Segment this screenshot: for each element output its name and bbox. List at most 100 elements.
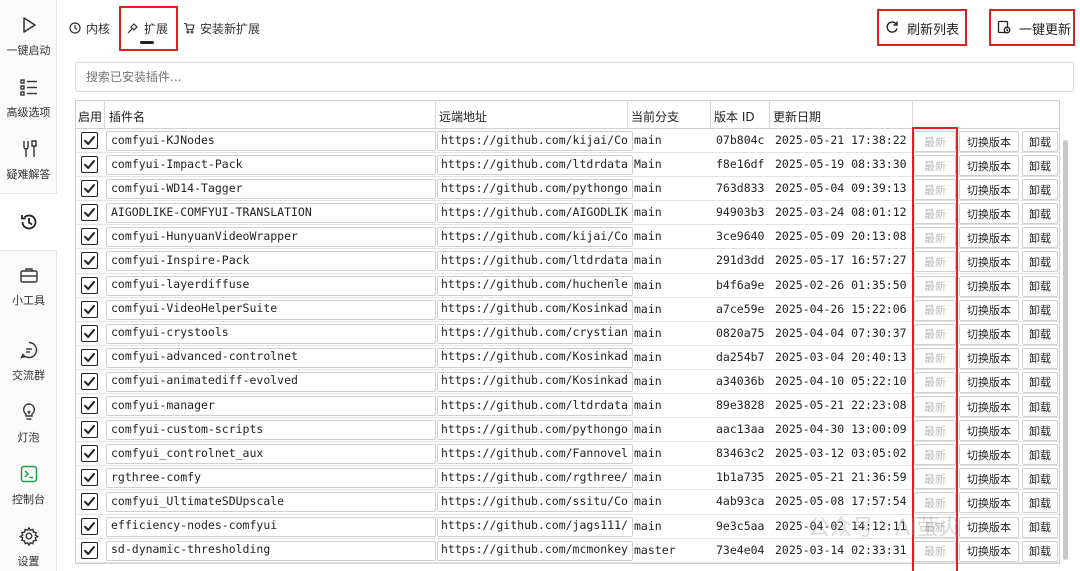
uninstall-button[interactable]: 卸载 [1022, 203, 1058, 225]
sidebar-item-settings[interactable]: 设置 [0, 525, 57, 569]
version-id: a34036b [716, 373, 765, 388]
branch: master [634, 542, 676, 557]
uninstall-button[interactable]: 卸载 [1022, 251, 1058, 273]
sidebar-item-history[interactable] [0, 193, 57, 251]
uninstall-button[interactable]: 卸载 [1022, 227, 1058, 249]
enabled-checkbox[interactable] [81, 372, 98, 390]
check-icon [83, 134, 96, 147]
enabled-checkbox[interactable] [81, 300, 98, 318]
plugin-name-cell: comfyui-KJNodes [106, 131, 436, 151]
branch: main [634, 181, 662, 196]
cart-icon [183, 22, 195, 34]
uninstall-button[interactable]: 卸载 [1022, 492, 1058, 514]
switch-version-button[interactable]: 切换版本 [959, 275, 1019, 297]
enabled-checkbox[interactable] [81, 180, 98, 198]
enabled-checkbox[interactable] [81, 204, 98, 222]
plugin-name-cell: sd-dynamic-thresholding [106, 540, 436, 561]
uninstall-button[interactable]: 卸载 [1022, 131, 1058, 152]
remote-url: https://github.com/Fannovel [441, 445, 628, 460]
remote-url: https://github.com/pythongo [441, 421, 628, 436]
enabled-checkbox[interactable] [81, 276, 98, 294]
sidebar-item-bulb[interactable]: 灯泡 [0, 401, 57, 445]
uninstall-button[interactable]: 卸载 [1022, 299, 1058, 321]
remote-url: https://github.com/mcmonkey [441, 542, 628, 557]
uninstall-button[interactable]: 卸载 [1022, 396, 1058, 418]
plugin-name-cell: comfyui-WD14-Tagger [106, 179, 436, 200]
enabled-checkbox[interactable] [81, 252, 98, 270]
enabled-checkbox[interactable] [81, 493, 98, 511]
uninstall-button[interactable]: 卸载 [1022, 371, 1058, 393]
switch-version-button[interactable]: 切换版本 [959, 155, 1019, 177]
plugin-name: sd-dynamic-thresholding [111, 542, 271, 557]
branch: main [634, 133, 662, 147]
enabled-checkbox[interactable] [81, 469, 98, 487]
sidebar-item-label: 交流群 [12, 369, 45, 382]
scrollbar[interactable] [1063, 140, 1068, 560]
sidebar: 一键启动 高级选项 疑难解答 小工具 交流群 灯泡 控制台 设置 [0, 0, 57, 571]
switch-version-button[interactable]: 切换版本 [959, 540, 1019, 562]
switch-version-button[interactable]: 切换版本 [959, 227, 1019, 249]
version-id: b4f6a9e [716, 277, 765, 292]
switch-version-button[interactable]: 切换版本 [959, 420, 1019, 442]
sidebar-item-tools[interactable]: 小工具 [0, 264, 57, 308]
switch-version-button[interactable]: 切换版本 [959, 251, 1019, 273]
uninstall-button[interactable]: 卸载 [1022, 540, 1058, 562]
uninstall-button[interactable]: 卸载 [1022, 347, 1058, 369]
check-icon [83, 206, 96, 219]
switch-version-button[interactable]: 切换版本 [959, 371, 1019, 393]
sidebar-item-launch[interactable]: 一键启动 [0, 14, 57, 58]
enabled-checkbox[interactable] [81, 541, 98, 559]
branch: main [634, 349, 662, 364]
header-date: 更新日期 [773, 110, 822, 124]
version-id: aac13aa [716, 422, 765, 437]
sidebar-item-advanced[interactable]: 高级选项 [0, 76, 57, 120]
enabled-checkbox[interactable] [81, 445, 98, 463]
switch-version-button[interactable]: 切换版本 [959, 468, 1019, 490]
remote-url: https://github.com/ltdrdata [441, 397, 628, 412]
sidebar-item-label: 一键启动 [6, 44, 51, 57]
remote-url-cell: https://github.com/rgthree/ [437, 468, 633, 489]
enabled-checkbox[interactable] [81, 348, 98, 366]
plugin-name-cell: comfyui-animatediff-evolved [106, 371, 436, 392]
sidebar-item-troubleshoot[interactable]: 疑难解答 [0, 138, 57, 182]
plugin-name: comfyui-Inspire-Pack [111, 252, 250, 267]
uninstall-button[interactable]: 卸载 [1022, 468, 1058, 490]
check-icon [83, 158, 96, 171]
switch-version-button[interactable]: 切换版本 [959, 131, 1019, 152]
version-id: 3ce9640 [716, 229, 765, 244]
version-id: da254b7 [716, 349, 765, 364]
uninstall-button[interactable]: 卸载 [1022, 420, 1058, 442]
remote-url: https://github.com/kijai/Co [441, 228, 628, 243]
switch-version-button[interactable]: 切换版本 [959, 396, 1019, 418]
uninstall-button[interactable]: 卸载 [1022, 275, 1058, 297]
tab-kernel[interactable]: 内核 [69, 18, 110, 38]
enabled-checkbox[interactable] [81, 132, 98, 149]
uninstall-button[interactable]: 卸载 [1022, 323, 1058, 345]
sidebar-item-console[interactable]: 控制台 [0, 463, 57, 507]
branch: main [634, 494, 662, 509]
search-input[interactable] [75, 62, 1074, 92]
enabled-checkbox[interactable] [81, 324, 98, 342]
uninstall-button[interactable]: 卸载 [1022, 155, 1058, 177]
history-icon [69, 22, 81, 34]
uninstall-button[interactable]: 卸载 [1022, 444, 1058, 466]
sidebar-item-community[interactable]: 交流群 [0, 339, 57, 383]
tab-install-new[interactable]: 安装新扩展 [183, 18, 260, 38]
switch-version-button[interactable]: 切换版本 [959, 203, 1019, 225]
switch-version-button[interactable]: 切换版本 [959, 323, 1019, 345]
enabled-checkbox[interactable] [81, 517, 98, 535]
switch-version-button[interactable]: 切换版本 [959, 492, 1019, 514]
uninstall-button[interactable]: 卸载 [1022, 516, 1058, 538]
enabled-checkbox[interactable] [81, 397, 98, 415]
switch-version-button[interactable]: 切换版本 [959, 179, 1019, 201]
switch-version-button[interactable]: 切换版本 [959, 516, 1019, 538]
enabled-checkbox[interactable] [81, 421, 98, 439]
uninstall-button[interactable]: 卸载 [1022, 179, 1058, 201]
plugin-name: comfyui-HunyuanVideoWrapper [111, 228, 298, 243]
enabled-checkbox[interactable] [81, 156, 98, 174]
branch: main [634, 277, 662, 292]
switch-version-button[interactable]: 切换版本 [959, 347, 1019, 369]
switch-version-button[interactable]: 切换版本 [959, 299, 1019, 321]
enabled-checkbox[interactable] [81, 228, 98, 246]
switch-version-button[interactable]: 切换版本 [959, 444, 1019, 466]
